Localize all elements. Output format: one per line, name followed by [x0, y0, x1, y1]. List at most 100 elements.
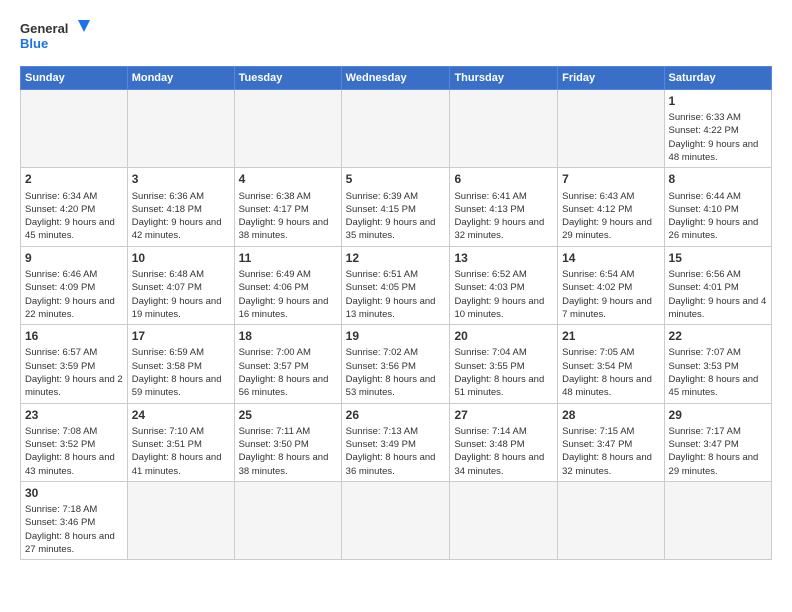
- calendar-cell: [21, 90, 128, 168]
- calendar-cell: [234, 90, 341, 168]
- day-number: 15: [669, 250, 767, 266]
- calendar-cell: 18Sunrise: 7:00 AM Sunset: 3:57 PM Dayli…: [234, 325, 341, 403]
- day-number: 23: [25, 407, 123, 423]
- calendar-cell: 23 Sunrise: 7:08 AM Sunset: 3:52 PM Dayli…: [21, 403, 128, 481]
- calendar-cell: 3 Sunrise: 6:36 AM Sunset: 4:18 PM Daylig…: [127, 168, 234, 246]
- calendar-cell: 28 Sunrise: 7:15 AM Sunset: 3:47 PM Dayli…: [558, 403, 664, 481]
- calendar-cell: 7 Sunrise: 6:43 AM Sunset: 4:12 PM Daylig…: [558, 168, 664, 246]
- calendar-cell: 1 Sunrise: 6:33 AM Sunset: 4:22 PM Daylig…: [664, 90, 771, 168]
- calendar-cell: [450, 90, 558, 168]
- day-info: Sunrise: 7:07 AM Sunset: 3:53 PM Dayligh…: [669, 346, 767, 399]
- weekday-header-tuesday: Tuesday: [234, 67, 341, 90]
- day-number: 17: [132, 328, 230, 344]
- day-number: 28: [562, 407, 659, 423]
- day-number: 18: [239, 328, 337, 344]
- day-info: Sunrise: 6:39 AM Sunset: 4:15 PM Dayligh…: [346, 190, 446, 243]
- day-number: 12: [346, 250, 446, 266]
- calendar-cell: 10 Sunrise: 6:48 AM Sunset: 4:07 PM Dayli…: [127, 246, 234, 324]
- day-info: Sunrise: 6:34 AM Sunset: 4:20 PM Dayligh…: [25, 190, 123, 243]
- day-info: Sunrise: 7:10 AM Sunset: 3:51 PM Dayligh…: [132, 425, 230, 478]
- day-info: Sunrise: 7:02 AM Sunset: 3:56 PM Dayligh…: [346, 346, 446, 399]
- day-info: Sunrise: 7:15 AM Sunset: 3:47 PM Dayligh…: [562, 425, 659, 478]
- day-info: Sunrise: 6:33 AM Sunset: 4:22 PM Dayligh…: [669, 111, 767, 164]
- day-number: 25: [239, 407, 337, 423]
- day-info: Sunrise: 6:59 AM Sunset: 3:58 PM Dayligh…: [132, 346, 230, 399]
- day-number: 9: [25, 250, 123, 266]
- calendar-cell: 5 Sunrise: 6:39 AM Sunset: 4:15 PM Daylig…: [341, 168, 450, 246]
- day-number: 30: [25, 485, 123, 501]
- logo: General Blue: [20, 16, 90, 56]
- week-row-4: 16 Sunrise: 6:57 AM Sunset: 3:59 PM Dayli…: [21, 325, 772, 403]
- day-number: 29: [669, 407, 767, 423]
- calendar-cell: 14 Sunrise: 6:54 AM Sunset: 4:02 PM Dayli…: [558, 246, 664, 324]
- day-info: Sunrise: 6:36 AM Sunset: 4:18 PM Dayligh…: [132, 190, 230, 243]
- calendar-cell: 6Sunrise: 6:41 AM Sunset: 4:13 PM Daylig…: [450, 168, 558, 246]
- day-number: 3: [132, 171, 230, 187]
- calendar-cell: 26Sunrise: 7:13 AM Sunset: 3:49 PM Dayli…: [341, 403, 450, 481]
- calendar-header: SundayMondayTuesdayWednesdayThursdayFrid…: [21, 67, 772, 90]
- calendar-cell: 20 Sunrise: 7:04 AM Sunset: 3:55 PM Dayli…: [450, 325, 558, 403]
- logo-svg: General Blue: [20, 16, 90, 56]
- day-number: 22: [669, 328, 767, 344]
- day-info: Sunrise: 7:14 AM Sunset: 3:48 PM Dayligh…: [454, 425, 553, 478]
- calendar-cell: [558, 90, 664, 168]
- day-number: 6: [454, 171, 553, 187]
- calendar-cell: 25 Sunrise: 7:11 AM Sunset: 3:50 PM Dayli…: [234, 403, 341, 481]
- day-info: Sunrise: 7:04 AM Sunset: 3:55 PM Dayligh…: [454, 346, 553, 399]
- calendar-cell: [450, 481, 558, 559]
- day-number: 2: [25, 171, 123, 187]
- day-info: Sunrise: 6:54 AM Sunset: 4:02 PM Dayligh…: [562, 268, 659, 321]
- day-info: Sunrise: 6:57 AM Sunset: 3:59 PM Dayligh…: [25, 346, 123, 399]
- day-info: Sunrise: 7:05 AM Sunset: 3:54 PM Dayligh…: [562, 346, 659, 399]
- day-info: Sunrise: 7:08 AM Sunset: 3:52 PM Dayligh…: [25, 425, 123, 478]
- day-number: 16: [25, 328, 123, 344]
- weekday-row: SundayMondayTuesdayWednesdayThursdayFrid…: [21, 67, 772, 90]
- day-info: Sunrise: 6:48 AM Sunset: 4:07 PM Dayligh…: [132, 268, 230, 321]
- week-row-6: 30Sunrise: 7:18 AM Sunset: 3:46 PM Dayli…: [21, 481, 772, 559]
- calendar-cell: 19 Sunrise: 7:02 AM Sunset: 3:56 PM Dayli…: [341, 325, 450, 403]
- day-info: Sunrise: 7:11 AM Sunset: 3:50 PM Dayligh…: [239, 425, 337, 478]
- day-number: 7: [562, 171, 659, 187]
- day-number: 19: [346, 328, 446, 344]
- day-number: 14: [562, 250, 659, 266]
- day-number: 4: [239, 171, 337, 187]
- calendar-cell: [127, 90, 234, 168]
- calendar-cell: [127, 481, 234, 559]
- calendar-cell: 27Sunrise: 7:14 AM Sunset: 3:48 PM Dayli…: [450, 403, 558, 481]
- calendar-cell: [341, 481, 450, 559]
- week-row-1: 1 Sunrise: 6:33 AM Sunset: 4:22 PM Daylig…: [21, 90, 772, 168]
- day-number: 26: [346, 407, 446, 423]
- calendar-cell: 21Sunrise: 7:05 AM Sunset: 3:54 PM Dayli…: [558, 325, 664, 403]
- day-info: Sunrise: 6:56 AM Sunset: 4:01 PM Dayligh…: [669, 268, 767, 321]
- day-info: Sunrise: 6:52 AM Sunset: 4:03 PM Dayligh…: [454, 268, 553, 321]
- week-row-5: 23 Sunrise: 7:08 AM Sunset: 3:52 PM Dayli…: [21, 403, 772, 481]
- calendar-body: 1 Sunrise: 6:33 AM Sunset: 4:22 PM Daylig…: [21, 90, 772, 560]
- calendar-cell: 2 Sunrise: 6:34 AM Sunset: 4:20 PM Daylig…: [21, 168, 128, 246]
- day-number: 1: [669, 93, 767, 109]
- calendar-cell: 13 Sunrise: 6:52 AM Sunset: 4:03 PM Dayli…: [450, 246, 558, 324]
- weekday-header-friday: Friday: [558, 67, 664, 90]
- calendar-cell: [558, 481, 664, 559]
- day-number: 8: [669, 171, 767, 187]
- calendar-cell: 8Sunrise: 6:44 AM Sunset: 4:10 PM Daylig…: [664, 168, 771, 246]
- calendar-cell: 4Sunrise: 6:38 AM Sunset: 4:17 PM Daylig…: [234, 168, 341, 246]
- header: General Blue: [20, 16, 772, 56]
- calendar-cell: [341, 90, 450, 168]
- weekday-header-sunday: Sunday: [21, 67, 128, 90]
- day-number: 10: [132, 250, 230, 266]
- day-number: 5: [346, 171, 446, 187]
- day-info: Sunrise: 6:43 AM Sunset: 4:12 PM Dayligh…: [562, 190, 659, 243]
- day-number: 20: [454, 328, 553, 344]
- calendar-cell: 12Sunrise: 6:51 AM Sunset: 4:05 PM Dayli…: [341, 246, 450, 324]
- svg-text:Blue: Blue: [20, 36, 48, 51]
- weekday-header-wednesday: Wednesday: [341, 67, 450, 90]
- weekday-header-saturday: Saturday: [664, 67, 771, 90]
- calendar-cell: 24 Sunrise: 7:10 AM Sunset: 3:51 PM Dayli…: [127, 403, 234, 481]
- calendar-cell: 30Sunrise: 7:18 AM Sunset: 3:46 PM Dayli…: [21, 481, 128, 559]
- week-row-3: 9Sunrise: 6:46 AM Sunset: 4:09 PM Daylig…: [21, 246, 772, 324]
- day-number: 24: [132, 407, 230, 423]
- calendar-cell: 16 Sunrise: 6:57 AM Sunset: 3:59 PM Dayli…: [21, 325, 128, 403]
- day-info: Sunrise: 6:49 AM Sunset: 4:06 PM Dayligh…: [239, 268, 337, 321]
- day-number: 13: [454, 250, 553, 266]
- page: General Blue SundayMondayTuesdayWednesda…: [0, 0, 792, 570]
